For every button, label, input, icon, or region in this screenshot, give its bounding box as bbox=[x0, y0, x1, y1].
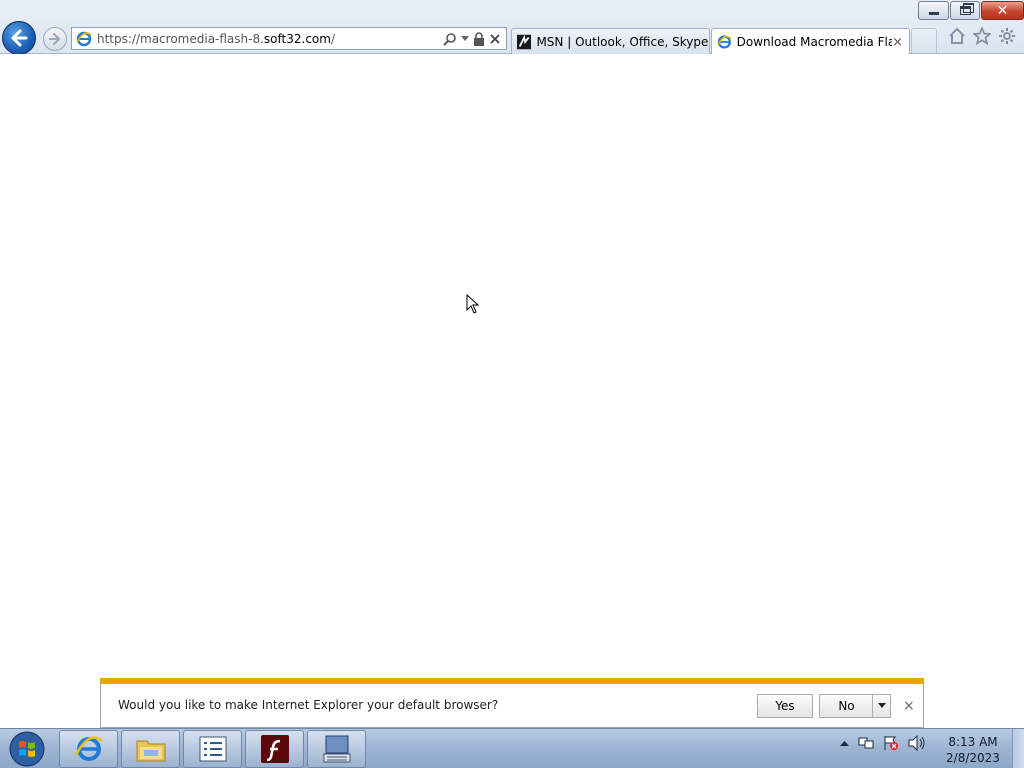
taskbar-internet-explorer[interactable] bbox=[59, 730, 118, 768]
action-center-flag-icon[interactable] bbox=[883, 735, 899, 751]
network-icon[interactable] bbox=[858, 735, 874, 751]
taskbar-windows-explorer[interactable] bbox=[121, 730, 180, 768]
favorites-star-icon[interactable] bbox=[973, 27, 991, 45]
no-button[interactable]: No bbox=[819, 694, 873, 718]
system-tray bbox=[840, 735, 926, 751]
chevron-down-icon bbox=[877, 703, 886, 708]
taskbar-flash[interactable] bbox=[245, 730, 304, 768]
list-document-icon bbox=[199, 736, 226, 762]
gear-icon[interactable] bbox=[998, 27, 1016, 45]
page-content[interactable] bbox=[0, 54, 1024, 728]
mouse-cursor-icon bbox=[466, 294, 480, 314]
lock-icon[interactable] bbox=[473, 31, 485, 46]
tab-label: MSN | Outlook, Office, Skype, ... bbox=[536, 34, 709, 49]
home-icon[interactable] bbox=[948, 27, 966, 45]
command-icons bbox=[948, 27, 1016, 45]
minimize-button[interactable] bbox=[918, 1, 949, 20]
url-domain: soft32.com bbox=[263, 31, 331, 46]
tab-label: Download Macromedia Fla... bbox=[736, 35, 893, 49]
forward-arrow-icon bbox=[49, 33, 60, 45]
default-browser-notification: Would you like to make Internet Explorer… bbox=[100, 678, 924, 728]
folder-icon bbox=[136, 740, 165, 762]
address-tools bbox=[443, 31, 501, 46]
windows-start-icon bbox=[9, 731, 45, 767]
tab-msn[interactable]: MSN | Outlook, Office, Skype, ... bbox=[511, 28, 710, 54]
taskbar: 8:13 AM 2/8/2023 bbox=[0, 728, 1024, 768]
chevron-down-icon[interactable] bbox=[461, 35, 469, 42]
yes-button[interactable]: Yes bbox=[757, 694, 813, 718]
restore-icon bbox=[959, 3, 974, 15]
url-prefix: https://macromedia-flash-8. bbox=[97, 31, 264, 46]
close-icon: ✕ bbox=[996, 2, 1009, 19]
window-controls: ✕ bbox=[918, 1, 1024, 20]
show-hidden-icons-icon[interactable] bbox=[840, 740, 849, 747]
close-window-button[interactable]: ✕ bbox=[981, 1, 1024, 20]
back-button[interactable] bbox=[2, 21, 36, 55]
clock-time: 8:13 AM bbox=[948, 735, 998, 749]
show-desktop-button[interactable] bbox=[1012, 729, 1024, 768]
forward-button[interactable] bbox=[43, 27, 67, 51]
browser-toolbar: ✕ https://macromedia-flash-8.soft32.com/ bbox=[0, 0, 1024, 55]
search-icon[interactable] bbox=[443, 32, 457, 46]
tab-download-macromedia[interactable]: Download Macromedia Fla... × bbox=[711, 28, 910, 55]
msn-icon bbox=[517, 34, 532, 49]
start-button[interactable] bbox=[6, 730, 48, 768]
keyboard-monitor-icon bbox=[323, 735, 350, 763]
ie-page-icon bbox=[76, 31, 92, 46]
ie-icon bbox=[74, 736, 103, 761]
stop-icon[interactable] bbox=[489, 33, 501, 45]
ie-icon bbox=[717, 35, 732, 49]
no-options-dropdown[interactable] bbox=[872, 694, 891, 718]
back-arrow-icon bbox=[11, 29, 28, 47]
clock-date: 2/8/2023 bbox=[946, 751, 1000, 765]
address-bar[interactable]: https://macromedia-flash-8.soft32.com/ bbox=[71, 27, 507, 50]
taskbar-on-screen-keyboard[interactable] bbox=[307, 730, 366, 768]
flash-icon bbox=[260, 735, 289, 763]
url-suffix: / bbox=[330, 31, 335, 46]
volume-icon[interactable] bbox=[908, 735, 926, 751]
notification-close-icon[interactable]: × bbox=[903, 698, 915, 714]
new-tab-button[interactable] bbox=[911, 28, 937, 53]
url-text[interactable]: https://macromedia-flash-8.soft32.com/ bbox=[97, 32, 335, 46]
restore-button[interactable] bbox=[950, 1, 980, 20]
taskbar-task-list[interactable] bbox=[183, 730, 242, 768]
tab-close-icon[interactable]: × bbox=[892, 35, 903, 50]
system-clock[interactable]: 8:13 AM 2/8/2023 bbox=[940, 734, 1006, 766]
minimize-icon bbox=[928, 12, 939, 15]
notification-message: Would you like to make Internet Explorer… bbox=[118, 698, 499, 712]
